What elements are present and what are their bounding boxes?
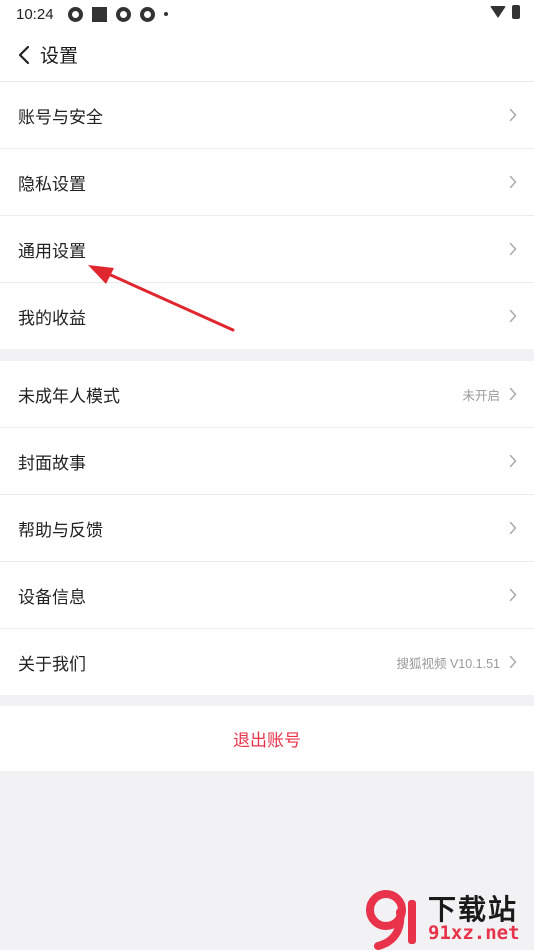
settings-item-label: 账号与安全 xyxy=(18,107,103,128)
watermark-url: 91xz.net xyxy=(428,922,520,944)
settings-item-label: 设备信息 xyxy=(18,587,86,608)
settings-group-account: 账号与安全 隐私设置 通用设置 我的收益 xyxy=(0,82,534,349)
back-button[interactable] xyxy=(14,45,34,65)
chevron-right-icon xyxy=(506,309,520,323)
settings-item-label: 通用设置 xyxy=(18,241,86,262)
chevron-right-icon xyxy=(506,175,520,189)
settings-item-help-feedback[interactable]: 帮助与反馈 xyxy=(0,495,534,562)
settings-item-about-us[interactable]: 关于我们 搜狐视频 V10.1.51 xyxy=(0,629,534,695)
chevron-right-icon xyxy=(506,655,520,669)
chevron-right-icon xyxy=(506,242,520,256)
settings-item-label: 我的收益 xyxy=(18,308,86,329)
settings-item-cover-story[interactable]: 封面故事 xyxy=(0,428,534,495)
notification-icon xyxy=(139,6,155,22)
header: 设置 xyxy=(0,28,534,82)
settings-item-account-security[interactable]: 账号与安全 xyxy=(0,82,534,149)
settings-item-label: 未成年人模式 xyxy=(18,386,120,407)
watermark: 下载站 91xz.net xyxy=(364,886,534,950)
logout-label: 退出账号 xyxy=(233,731,301,751)
chevron-right-icon xyxy=(506,108,520,122)
settings-group-general: 未成年人模式 未开启 封面故事 帮助与反馈 设备信息 关于我们 搜狐视频 V10… xyxy=(0,361,534,695)
settings-item-label: 关于我们 xyxy=(18,654,86,675)
notification-icon xyxy=(91,6,107,22)
page-title: 设置 xyxy=(40,45,79,67)
chevron-right-icon xyxy=(506,387,520,401)
settings-item-device-info[interactable]: 设备信息 xyxy=(0,562,534,629)
chevron-right-icon xyxy=(506,588,520,602)
settings-item-privacy[interactable]: 隐私设置 xyxy=(0,149,534,216)
settings-item-label: 隐私设置 xyxy=(18,174,86,195)
chevron-right-icon xyxy=(506,521,520,535)
chevron-left-icon xyxy=(18,45,30,64)
settings-item-label: 封面故事 xyxy=(18,453,86,474)
dot-icon xyxy=(163,12,168,16)
settings-item-earnings[interactable]: 我的收益 xyxy=(0,283,534,349)
settings-item-general[interactable]: 通用设置 xyxy=(0,216,534,283)
logout-button[interactable]: 退出账号 xyxy=(0,706,534,771)
settings-item-teen-mode[interactable]: 未成年人模式 未开启 xyxy=(0,361,534,428)
system-icons xyxy=(490,5,520,19)
notification-icon xyxy=(115,6,131,22)
settings-item-value: 搜狐视频 V10.1.51 xyxy=(396,656,500,671)
notification-icons xyxy=(67,6,168,22)
wifi-icon xyxy=(490,6,506,18)
notification-icon xyxy=(67,6,83,22)
logout-group: 退出账号 xyxy=(0,706,534,771)
status-time: 10:24 xyxy=(16,5,54,23)
battery-icon xyxy=(512,5,520,19)
status-bar: 10:24 xyxy=(0,0,534,28)
chevron-right-icon xyxy=(506,454,520,468)
watermark-logo-icon xyxy=(366,890,416,950)
settings-item-value: 未开启 xyxy=(462,388,500,403)
settings-item-label: 帮助与反馈 xyxy=(18,520,103,541)
